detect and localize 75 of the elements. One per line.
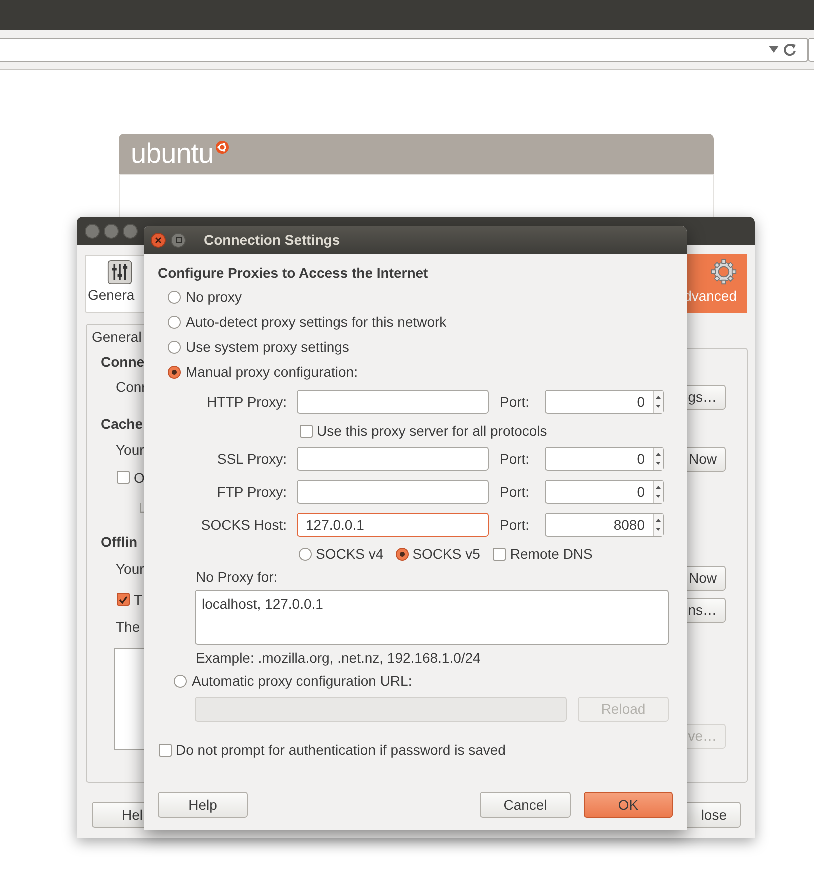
radio-button[interactable]: [299, 548, 312, 560]
checkbox-label: T: [134, 591, 143, 609]
port-spin-field[interactable]: 8080: [545, 513, 664, 537]
checkbox[interactable]: [117, 593, 130, 606]
field-label: SSL Proxy:: [216, 450, 287, 469]
radio-button[interactable]: [168, 291, 181, 304]
spin-arrows-icon: [656, 485, 661, 499]
checkbox[interactable]: [300, 424, 313, 438]
section-heading: Offlin: [101, 533, 138, 551]
field-label: FTP Proxy:: [216, 482, 287, 502]
spin-arrows-icon: [656, 518, 661, 532]
port-value: 0: [637, 392, 646, 412]
radio-label: Automatic proxy configuration URL:: [192, 672, 412, 691]
spin-arrows-icon: [656, 452, 661, 466]
url-field[interactable]: [195, 697, 567, 722]
radio-label: SOCKS v5: [412, 544, 480, 564]
label-text: Your: [116, 441, 144, 459]
text-field[interactable]: [297, 480, 489, 504]
radio-label: No proxy: [186, 288, 242, 307]
radio-label: Auto-detect proxy settings for this network: [186, 313, 447, 332]
port-spin-field[interactable]: 0: [545, 390, 664, 414]
button[interactable]: OK: [584, 792, 673, 818]
text-area[interactable]: localhost, 127.0.0.1: [195, 590, 669, 645]
field-label: SOCKS Host:: [200, 516, 287, 534]
text-field[interactable]: 127.0.0.1: [297, 513, 489, 537]
field-label: Port:: [500, 392, 531, 412]
reload-icon[interactable]: [783, 43, 797, 57]
port-value: 0: [637, 450, 646, 468]
field-label: Port:: [500, 516, 531, 534]
checkbox-label: Remote DNS: [510, 544, 593, 564]
field-label: HTTP Proxy:: [206, 392, 287, 412]
text-field[interactable]: [297, 390, 489, 414]
radio-button[interactable]: [168, 366, 181, 379]
radio-label: Manual proxy configuration:: [186, 363, 358, 382]
field-label: No Proxy for:: [196, 568, 278, 587]
circle-of-friends-icon: [216, 140, 229, 154]
spin-arrows-icon: [656, 395, 661, 409]
radio-button[interactable]: [168, 316, 181, 329]
hint-text: Example: .mozilla.org, .net.nz, 192.168.1.0/24: [196, 649, 481, 668]
sliders-icon: [106, 260, 134, 285]
radio-label: Use system proxy settings: [186, 338, 350, 357]
port-value: 8080: [614, 516, 646, 534]
gear-icon: [709, 258, 739, 286]
text-field[interactable]: [297, 447, 489, 471]
url-field[interactable]: [0, 38, 808, 62]
checkbox-label: Do not prompt for authentication if password is saved: [176, 740, 506, 760]
radio-button[interactable]: [396, 548, 409, 560]
close-icon: [155, 236, 162, 244]
button[interactable]: Help: [158, 792, 248, 818]
port-spin-field[interactable]: 0: [545, 480, 664, 504]
checkbox[interactable]: [159, 744, 172, 756]
window-title: Connection Settings: [204, 230, 340, 250]
label-text: Conr: [116, 378, 146, 396]
button[interactable]: Cancel: [480, 792, 571, 818]
dropdown-icon[interactable]: [769, 46, 779, 53]
field-label: Port:: [500, 482, 531, 502]
section-heading: Conne: [101, 353, 145, 371]
radio-button[interactable]: [168, 341, 181, 354]
toolbar-label: Genera: [87, 286, 135, 305]
radio-button[interactable]: [174, 674, 187, 688]
field-label: Port:: [500, 450, 531, 468]
section-heading: Configure Proxies to Access the Internet: [158, 264, 430, 283]
logo-text: ubuntu: [131, 140, 214, 168]
label-text: Your: [116, 560, 144, 578]
port-spin-field[interactable]: 0: [545, 447, 664, 471]
checkbox-label: Use this proxy server for all protocols: [317, 422, 548, 441]
checkbox[interactable]: [493, 548, 506, 560]
checkbox[interactable]: [117, 471, 130, 484]
port-value: 0: [637, 482, 646, 502]
label-text: The: [116, 618, 140, 636]
close-button[interactable]: [151, 232, 166, 248]
checkbox-label: O: [134, 469, 145, 487]
radio-label: SOCKS v4: [316, 544, 384, 564]
section-heading: Cache: [101, 415, 144, 433]
maximize-button[interactable]: [171, 232, 186, 248]
